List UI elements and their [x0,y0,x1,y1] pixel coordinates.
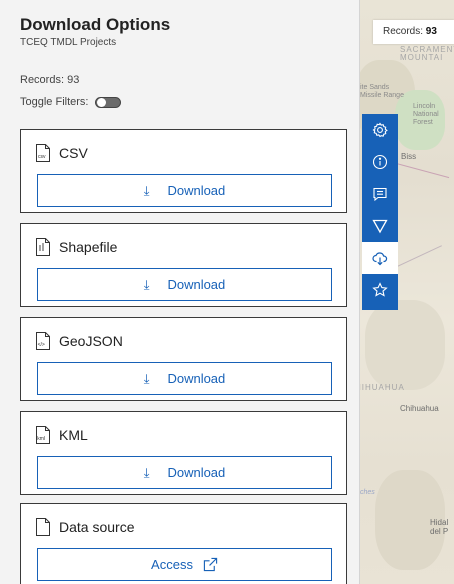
download-panel-button[interactable] [362,242,398,274]
download-button-label: Download [167,183,226,198]
kml-file-icon: kml [36,426,50,444]
download-button-kml[interactable]: ⤓ Download [37,456,332,489]
map-label-lincoln: Lincoln National Forest [413,103,439,126]
card-title-kml: KML [59,427,88,443]
card-header: kml KML [35,426,88,444]
filter-button[interactable] [362,210,398,242]
geojson-file-icon: </> [36,332,50,350]
settings-button[interactable] [362,114,398,146]
info-button[interactable] [362,146,398,178]
map-label-sacramento: SACRAMENT MOUNTAI [400,45,454,62]
access-button-label: Access [151,557,193,572]
card-header: Shapefile [35,238,117,256]
filter-icon [372,219,388,234]
download-card-csv: csv CSV ⤓ Download [20,129,347,213]
card-header: </> GeoJSON [35,332,123,350]
map-label-biss: Biss [401,152,417,161]
document-icon [36,518,50,536]
toggle-filters-switch[interactable] [95,96,122,108]
download-button-csv[interactable]: ⤓ Download [37,174,332,207]
card-title-csv: CSV [59,145,88,161]
records-chip-label: Records: [383,26,424,37]
panel-subtitle: TCEQ TMDL Projects [20,37,117,48]
download-options-panel: Download Options TCEQ TMDL Projects Reco… [0,0,360,584]
access-button[interactable]: Access [37,548,332,581]
data-source-card: Data source Access [20,503,347,584]
map-label-ches: ches [360,489,375,496]
legend-button[interactable] [362,178,398,210]
toggle-filters-label: Toggle Filters: [20,96,89,108]
map-label-hidalgo: Hidal del P [430,518,449,536]
toggle-filters-row: Toggle Filters: [20,96,122,108]
map-label-chihuahua-state: HIHUAHUA [355,383,405,392]
download-icon: ⤓ [143,464,150,480]
download-icon: ⤓ [143,182,150,198]
svg-text:csv: csv [38,154,46,160]
download-card-kml: kml KML ⤓ Download [20,411,347,495]
toggle-knob [97,97,107,107]
records-count: Records: 93 [20,74,80,86]
records-chip-value: 93 [425,26,437,37]
card-title-geojson: GeoJSON [59,333,123,349]
card-title-data-source: Data source [59,519,135,535]
download-button-label: Download [167,277,226,292]
download-button-shapefile[interactable]: ⤓ Download [37,268,332,301]
svg-text:</>: </> [38,342,45,348]
info-icon [372,154,388,170]
card-title-shapefile: Shapefile [59,239,118,255]
download-card-shapefile: Shapefile ⤓ Download [20,223,347,307]
external-link-icon [203,557,218,572]
download-button-label: Download [167,465,226,480]
svg-text:kml: kml [37,436,45,442]
gear-icon [372,122,388,138]
card-header: Data source [35,518,134,536]
map-label-chihuahua-city: Chihuahua [400,404,439,413]
shapefile-icon [36,238,50,256]
records-count-chip: Records: 93 [373,20,454,44]
cloud-download-icon [372,252,388,266]
download-icon: ⤓ [143,370,150,386]
download-icon: ⤓ [143,276,150,292]
star-icon [372,282,388,297]
terrain-shading [365,300,445,390]
download-button-label: Download [167,371,226,386]
csv-file-icon: csv [36,144,50,162]
action-bar [362,114,398,310]
message-icon [373,187,387,202]
panel-title: Download Options [20,15,171,34]
bookmarks-button[interactable] [362,274,398,306]
card-header: csv CSV [35,144,88,162]
map-label-white-sands: ite Sands Missile Range [360,84,404,99]
download-button-geojson[interactable]: ⤓ Download [37,362,332,395]
road-line [395,162,450,179]
download-card-geojson: </> GeoJSON ⤓ Download [20,317,347,401]
